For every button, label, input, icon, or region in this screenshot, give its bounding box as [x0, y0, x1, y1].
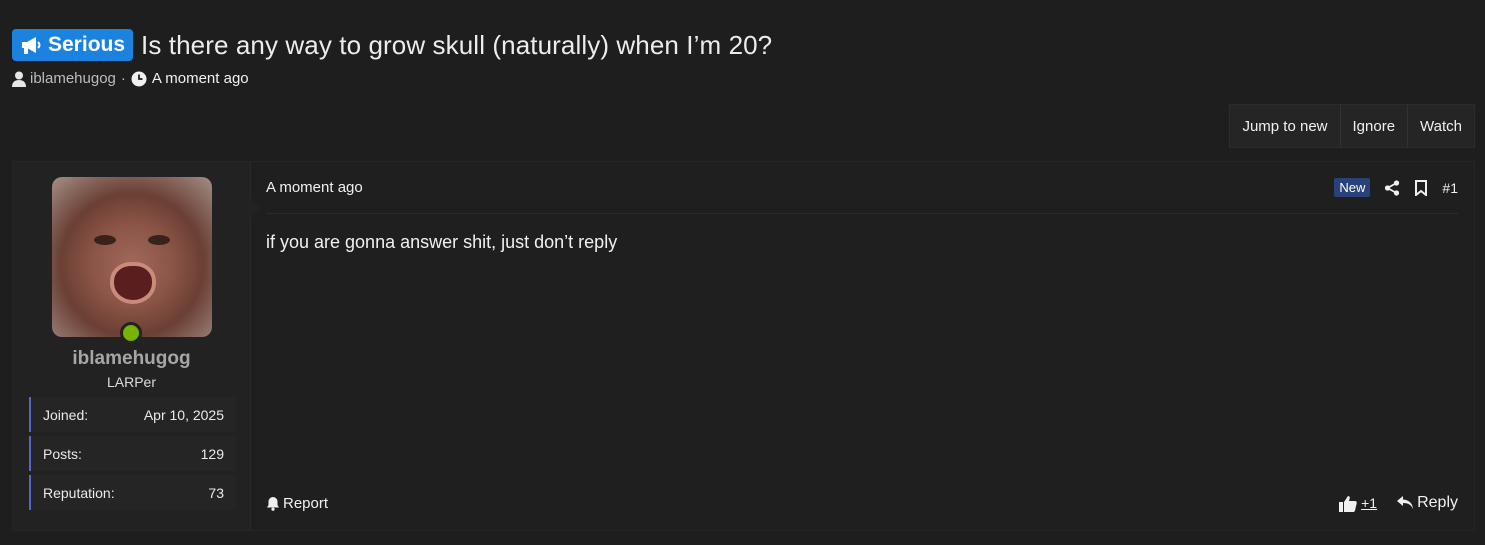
- thread-title: Is there any way to grow skull (naturall…: [141, 29, 773, 60]
- prefix-label: Serious: [48, 33, 126, 56]
- reply-icon: [1397, 496, 1414, 510]
- avatar[interactable]: [52, 177, 212, 344]
- bookmark-icon[interactable]: [1414, 179, 1428, 196]
- avatar-mouth: [110, 262, 156, 304]
- user-title: LARPer: [106, 374, 157, 390]
- footer-actions: +1 Reply: [1339, 494, 1458, 512]
- stat-joined: Joined: Apr 10, 2025: [29, 397, 236, 432]
- report-button[interactable]: Report: [266, 495, 328, 512]
- post-user-cell: iblamehugog LARPer Joined: Apr 10, 2025 …: [13, 162, 260, 530]
- thread-header: Serious Is there any way to grow skull (…: [12, 28, 1473, 87]
- thread-time-link[interactable]: A moment ago: [152, 70, 249, 87]
- avatar-eye-left: [94, 235, 116, 245]
- prefix-badge[interactable]: Serious: [12, 29, 134, 61]
- stat-label: Reputation:: [43, 484, 115, 501]
- stat-label: Posts:: [43, 445, 82, 462]
- reply-button[interactable]: Reply: [1397, 494, 1458, 512]
- post-actions: New #1: [1334, 178, 1458, 197]
- stat-value: 73: [208, 484, 224, 501]
- post-footer: Report +1 Reply: [266, 494, 1458, 512]
- avatar-eye-right: [148, 235, 170, 245]
- reaction-count-link[interactable]: +1: [1361, 495, 1377, 511]
- bell-icon: [266, 496, 280, 511]
- user-icon: [12, 71, 26, 87]
- ignore-button[interactable]: Ignore: [1339, 105, 1408, 147]
- share-icon[interactable]: [1384, 179, 1400, 196]
- thread-meta: iblamehugog · A moment ago: [12, 70, 1473, 87]
- user-stats: Joined: Apr 10, 2025 Posts: 129 Reputati…: [29, 397, 236, 510]
- watch-button[interactable]: Watch: [1407, 105, 1474, 147]
- thread-button-group: Jump to new Ignore Watch: [1229, 104, 1475, 148]
- stat-label: Joined:: [43, 406, 89, 423]
- post-username[interactable]: iblamehugog: [13, 348, 250, 370]
- online-status-indicator: [120, 322, 142, 344]
- reply-label: Reply: [1417, 494, 1458, 511]
- thumbs-up-icon: [1339, 495, 1357, 512]
- report-label: Report: [283, 494, 329, 512]
- post-main-cell: A moment ago New #1 if you are gonna ans…: [251, 162, 1474, 530]
- stat-posts: Posts: 129: [29, 436, 236, 471]
- stat-reputation: Reputation: 73: [29, 475, 236, 510]
- react-button[interactable]: +1: [1339, 495, 1377, 512]
- meta-separator: ·: [120, 70, 126, 87]
- stat-value: Apr 10, 2025: [143, 406, 224, 423]
- post-date-link[interactable]: A moment ago: [266, 179, 363, 196]
- new-badge: New: [1334, 178, 1371, 197]
- stat-value[interactable]: 129: [201, 446, 224, 462]
- post: iblamehugog LARPer Joined: Apr 10, 2025 …: [12, 161, 1475, 531]
- jump-to-new-button[interactable]: Jump to new: [1230, 105, 1339, 147]
- post-body: if you are gonna answer shit, just don’t…: [266, 232, 618, 252]
- clock-icon: [131, 71, 147, 87]
- post-number-link[interactable]: #1: [1442, 180, 1458, 196]
- thread-author-link[interactable]: iblamehugog: [30, 70, 116, 87]
- megaphone-icon: [20, 35, 42, 55]
- post-header: A moment ago New #1: [266, 162, 1458, 214]
- title-row: Serious Is there any way to grow skull (…: [12, 28, 1473, 62]
